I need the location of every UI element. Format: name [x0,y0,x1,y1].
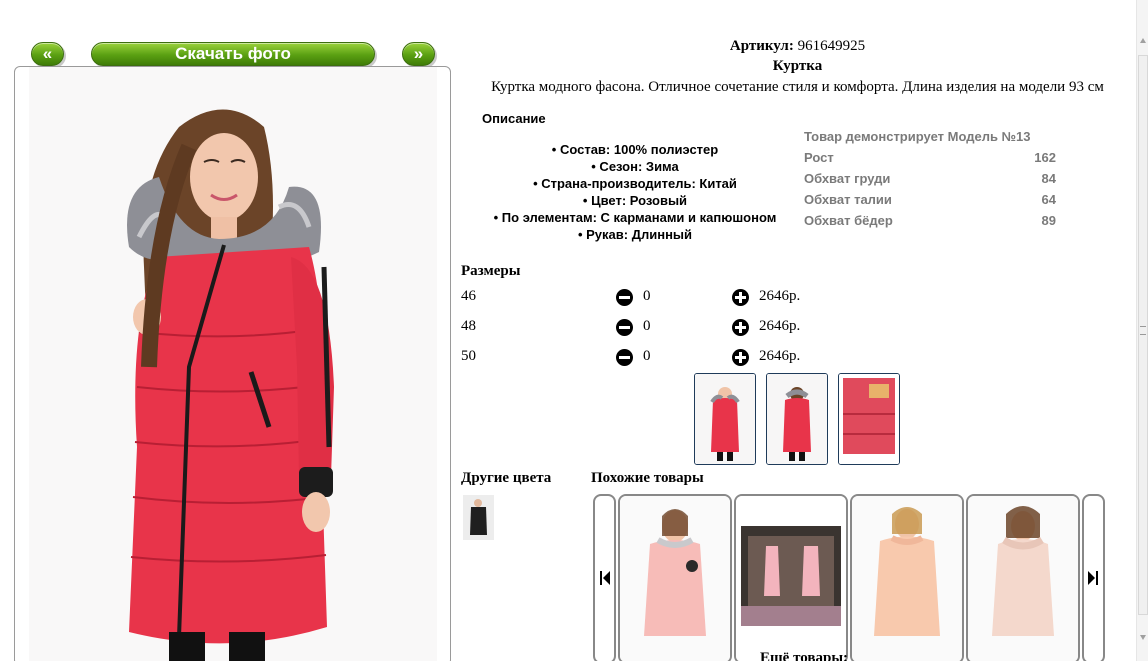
size-price: 2646р. [759,288,801,304]
model-row-value: 84 [1041,171,1056,186]
scroll-down-icon[interactable] [1140,635,1146,640]
size-row: 48 0 2646р. [461,318,821,338]
carousel-prev-button[interactable] [593,494,616,661]
thumbnail-detail[interactable] [838,373,900,465]
size-qty: 0 [643,318,651,334]
model-row: Обхват талии 64 [804,189,1056,210]
next-photo-button[interactable]: » [402,42,435,66]
other-color-swatch[interactable] [463,495,494,540]
model-measurements: Товар демонстрирует Модель №13 Рост 162 … [804,126,1056,231]
model-row-label: Обхват талии [804,192,892,207]
sku-label: Артикул: [729,38,794,54]
spec-list: • Состав: 100% полиэстер • Сезон: Зима •… [470,141,800,243]
skip-forward-icon [1088,571,1098,585]
minus-icon [619,296,630,299]
model-row-value: 64 [1041,192,1056,207]
similar-product-card[interactable] [618,494,732,661]
model-row-label: Обхват бёдер [804,213,893,228]
model-row-label: Обхват груди [804,171,891,186]
spec-item: • Состав: 100% полиэстер [551,142,719,157]
increase-qty-button[interactable] [732,289,749,306]
minus-icon [619,356,630,359]
model-row: Рост 162 [804,147,1056,168]
model-row-value: 162 [1034,150,1056,165]
product-description: Куртка модного фасона. Отличное сочетани… [491,79,1104,95]
thumbnail-front[interactable] [694,373,756,465]
model-row-value: 89 [1041,213,1056,228]
model-row-label: Рост [804,150,834,165]
plus-icon [739,292,742,303]
spec-item: • Цвет: Розовый [582,193,688,208]
size-row: 46 0 2646р. [461,288,821,308]
size-label: 50 [461,348,476,364]
similar-product-card[interactable] [734,494,848,661]
increase-qty-button[interactable] [732,349,749,366]
decrease-qty-button[interactable] [616,289,633,306]
minus-icon [619,326,630,329]
scroll-thumb[interactable] [1138,55,1148,615]
spec-item: • Рукав: Длинный [577,227,693,242]
spec-item: • Страна-производитель: Китай [533,176,737,191]
product-title: Куртка [772,58,823,74]
decrease-qty-button[interactable] [616,319,633,336]
similar-products-heading: Похожие товары [591,470,704,486]
size-label: 48 [461,318,476,334]
page-scrollbar[interactable] [1136,0,1148,661]
model-row: Обхват груди 84 [804,168,1056,189]
spec-item: • По элементам: С карманами и капюшоном [493,210,777,225]
scroll-up-icon[interactable] [1140,38,1146,43]
size-price: 2646р. [759,348,801,364]
thumbnail-back[interactable] [766,373,828,465]
spec-item: • Сезон: Зима [591,159,679,174]
prev-photo-button[interactable]: « [31,42,64,66]
size-label: 46 [461,288,476,304]
model-row: Обхват бёдер 89 [804,210,1056,231]
sku-value: 961649925 [797,38,866,54]
decrease-qty-button[interactable] [616,349,633,366]
sku-line: Артикул: 961649925 [460,38,1135,55]
carousel-next-button[interactable] [1082,494,1105,661]
size-price: 2646р. [759,318,801,334]
model-heading: Товар демонстрирует Модель №13 [804,129,1031,144]
skip-back-icon [600,571,610,585]
similar-product-card[interactable] [850,494,964,661]
other-colors-heading: Другие цвета [461,470,552,486]
more-products-link[interactable]: Ещё товары: [760,650,848,661]
size-qty: 0 [643,348,651,364]
main-photo-frame [14,66,451,661]
size-qty: 0 [643,288,651,304]
download-photo-button[interactable]: Скачать фото [91,42,375,66]
size-row: 50 0 2646р. [461,348,821,368]
increase-qty-button[interactable] [732,319,749,336]
plus-icon [739,352,742,363]
main-product-photo[interactable] [29,67,437,661]
plus-icon [739,322,742,333]
scroll-grip-icon [1140,326,1146,335]
description-heading: Описание [482,111,546,126]
similar-product-card[interactable] [966,494,1080,661]
sizes-heading: Размеры [461,263,521,279]
